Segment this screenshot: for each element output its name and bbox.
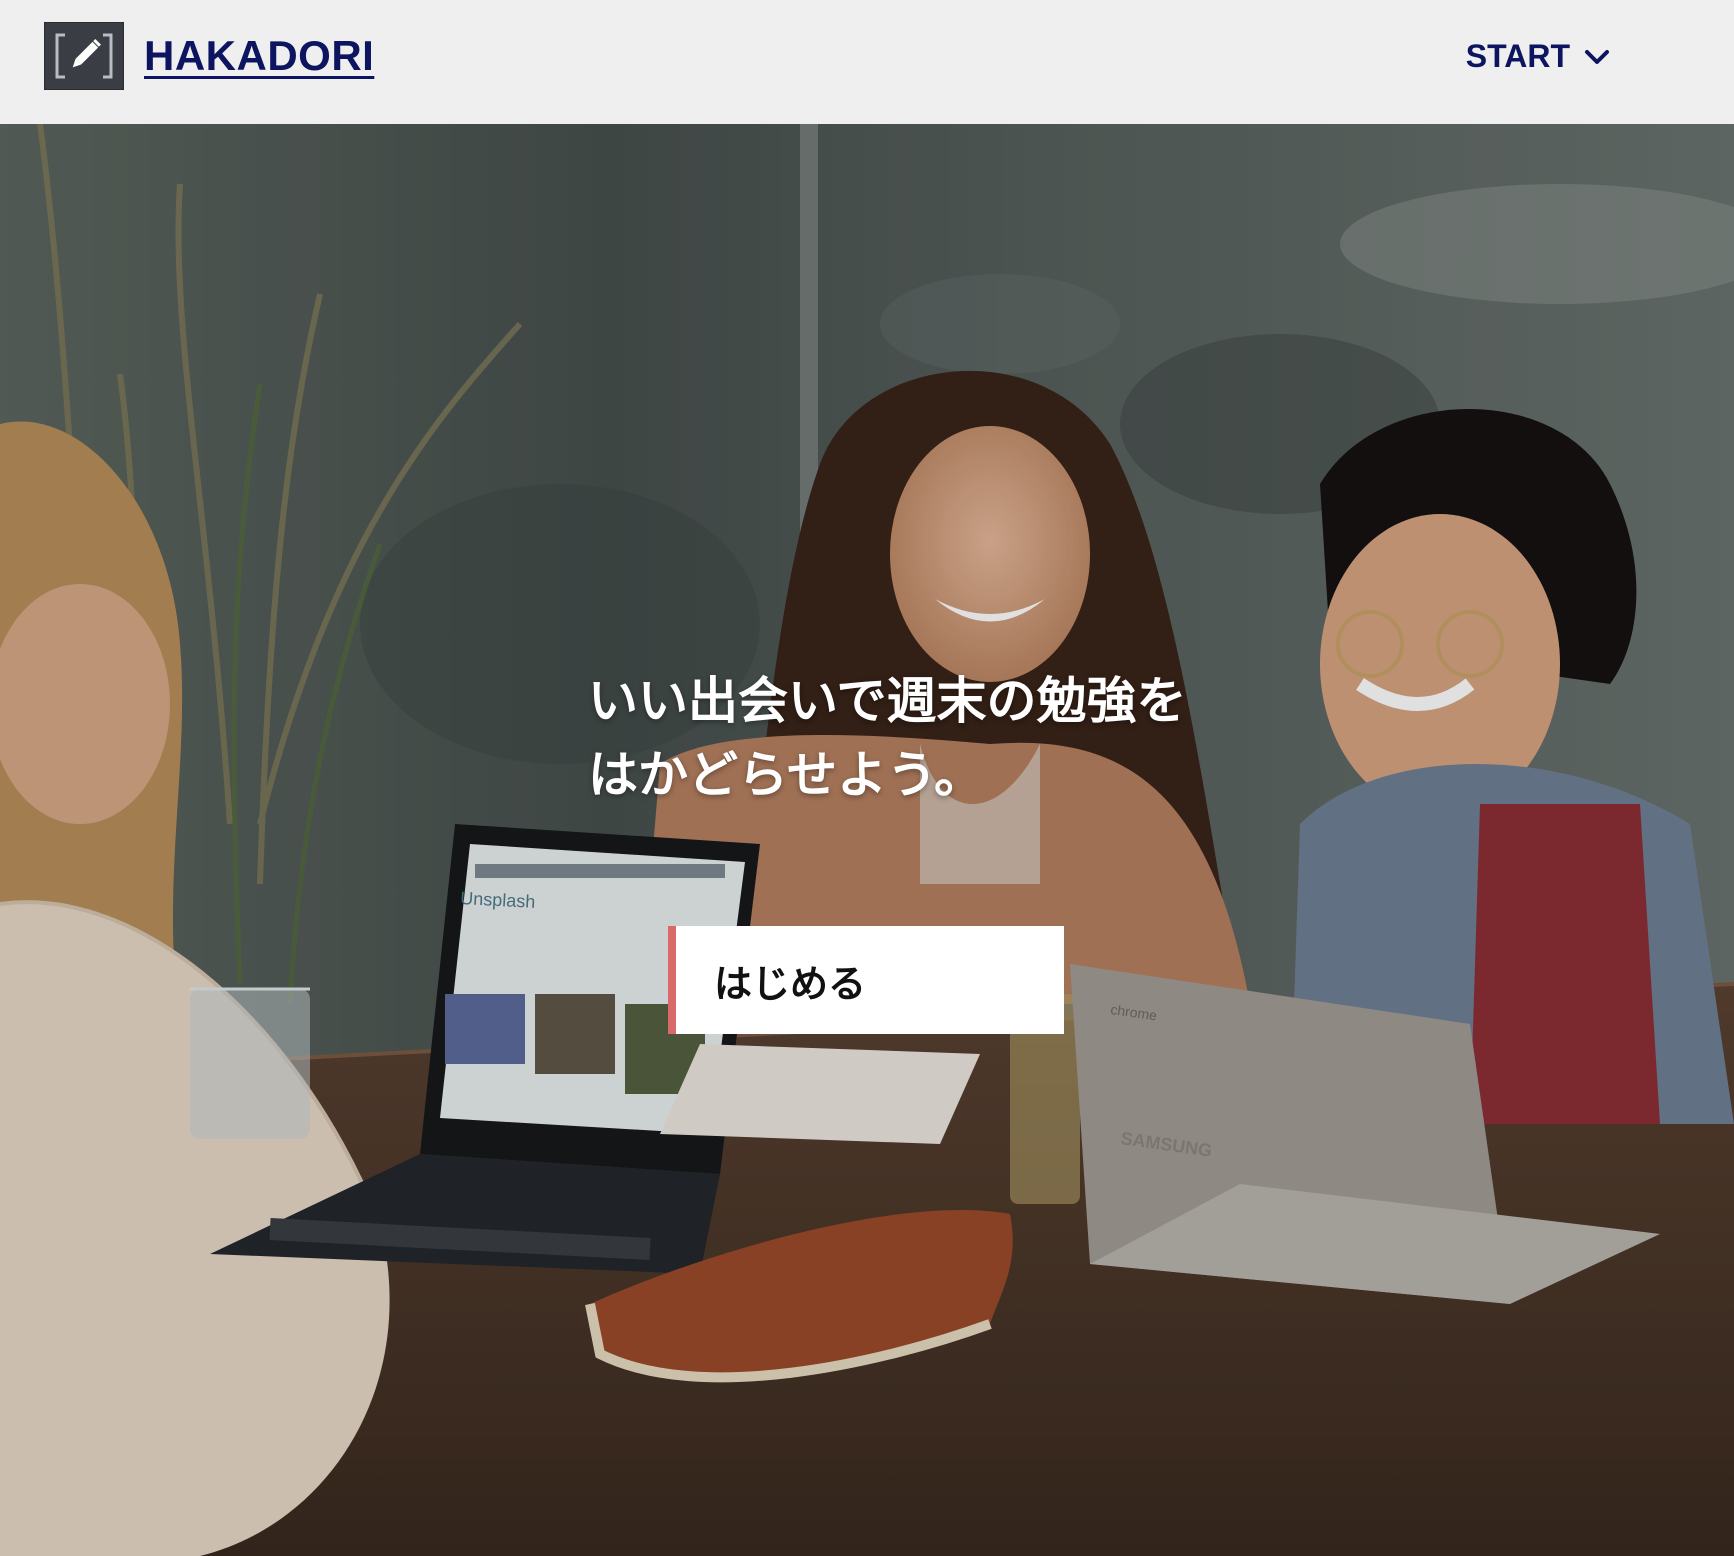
hero-background-photo: Unsplash chrome SAMSUNG [0, 124, 1734, 1556]
start-menu-label: START [1465, 38, 1570, 74]
site-header: HAKADORI START [0, 0, 1734, 124]
hero-section: Unsplash chrome SAMSUNG いい出会いで週末の勉強を はかど… [0, 124, 1734, 1556]
page: HAKADORI START Unsplash chrome SAMSUNG い… [0, 0, 1734, 1556]
start-menu-button[interactable]: START [1466, 38, 1610, 75]
logo-link[interactable]: HAKADORI [44, 22, 374, 90]
logo-text[interactable]: HAKADORI [144, 32, 374, 80]
pencil-logo-icon [44, 22, 124, 90]
chevron-down-icon [1585, 49, 1609, 64]
hero-headline-line2: はかどらせよう。 [588, 746, 984, 804]
start-cta-button[interactable]: はじめる [668, 926, 1064, 1034]
hero-headline: いい出会いで週末の勉強を はかどらせよう。 [588, 664, 1187, 812]
hero-headline-line1: いい出会いで週末の勉強を [588, 672, 1187, 730]
